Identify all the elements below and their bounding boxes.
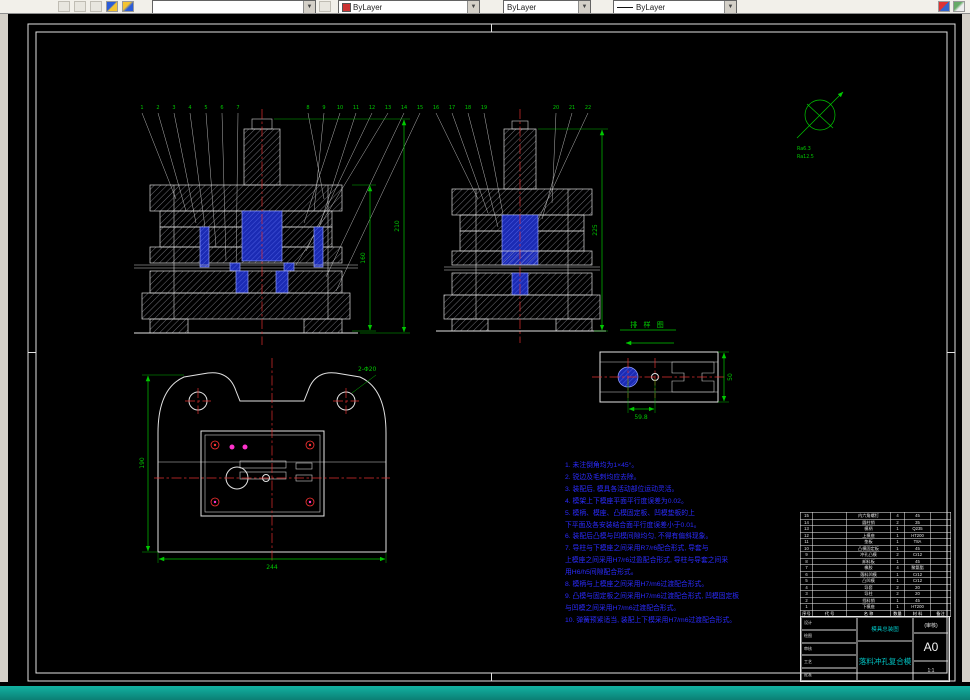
status-bar [0,682,970,700]
parts-list[interactable]: 15 内六角螺钉 4 45 14 圆柱销 2 35 13 模柄 1 Q235 12 上模座 1 HT200 11… [800,512,951,617]
approval-label: (审核) [913,617,949,633]
scale-value: 1:1 [913,661,949,681]
balloon-number: 4 [188,105,191,111]
layer-combo[interactable]: ▼ [152,0,316,13]
dim-label: 2-Φ20 [358,366,377,373]
drawing-canvas[interactable]: 1 2 3 4 5 6 7 8 9 10 11 12 13 14 15 16 17 18 19 20 21 22 160 [8,13,962,686]
properties-icon[interactable] [953,1,965,12]
balloon-number: 17 [449,105,455,111]
balloon-number: 2 [156,105,159,111]
title-block-middle: 模具总装图 落料冲孔复合模 [857,617,913,681]
dim-label: 160 [360,252,367,264]
balloon-number: 5 [204,105,207,111]
note-line: 4. 模架上下模座平面平行度误差为0.02。 [565,497,688,505]
balloon-number: 7 [236,105,239,111]
chevron-down-icon[interactable]: ▼ [724,1,736,13]
dim-label: 244 [266,564,278,571]
roughness-label: Ra6.3 [797,146,811,152]
sign-label: 绘图 [801,629,857,643]
dim-label: 59.8 [634,414,648,421]
dim-label: 50 [727,373,734,381]
plan-view[interactable]: 244 190 2-Φ20 [139,358,390,571]
balloon-number: 18 [465,105,471,111]
note-line: 下平面及各安装结合面平行度误差小于0.01。 [565,521,701,529]
note-line: 6. 装配后凸模与凹模间隙均匀, 不得有偏斜现象。 [565,533,713,541]
balloon-numbers: 1 2 3 4 5 6 7 8 9 10 11 12 13 14 15 16 17 18 19 20 21 22 [140,105,591,111]
balloon-number: 6 [220,105,223,111]
note-line: 与凹模之间采用H7/m6过渡配合形式。 [565,604,681,612]
dim-label: 225 [592,224,599,236]
title-block[interactable]: 设计 绘图 审核 工艺 批准 模具总装图 落料冲孔复合模 (审核) A0 1:1 [800,616,950,682]
strip-layout-label: 排 样 图 [630,320,665,329]
balloon-number: 12 [369,105,375,111]
lineweight-combo-value: ByLayer [507,3,537,12]
projection-symbol[interactable]: Ra6.3 Ra12.5 [796,91,844,160]
note-line: 5. 模柄、模座、凸模固定板、凹模垫板的上 [565,509,695,517]
side-section-view[interactable]: 225 [436,109,608,343]
linetype-combo[interactable]: ByLayer ▼ [613,0,737,13]
dim-label: 190 [139,457,146,469]
lineweight-combo[interactable]: ByLayer ▼ [503,0,591,13]
sign-label: 审核 [801,642,857,656]
linetype-sample-icon [617,7,633,8]
sign-label: 工艺 [801,655,857,669]
title-block-right: (审核) A0 1:1 [913,617,949,681]
linetype-combo-value: ByLayer [636,3,666,12]
balloon-number: 13 [385,105,391,111]
chevron-down-icon[interactable]: ▼ [578,1,590,13]
layer-icon[interactable] [106,1,118,12]
open-icon[interactable] [58,1,70,12]
sheet-size: A0 [913,633,949,661]
chevron-down-icon[interactable]: ▼ [467,1,479,13]
note-line: 7. 导柱与下模座之间采用R7/r6配合形式, 导套与 [565,545,709,553]
sign-label: 设计 [801,617,857,630]
save-icon[interactable] [74,1,86,12]
note-line: 2. 锐边及毛刺均应去除。 [565,473,641,481]
balloon-number: 19 [481,105,487,111]
drawing-title: 落料冲孔复合模 [857,641,913,681]
balloon-number: 9 [322,105,325,111]
roughness-label: Ra12.5 [797,154,814,160]
balloon-number: 3 [172,105,175,111]
layer-manager-icon[interactable] [122,1,134,12]
make-layer-current-icon[interactable] [319,1,331,12]
parts-list-body: 15 内六角螺钉 4 45 14 圆柱销 2 35 13 模柄 1 Q235 12 上模座 1 HT200 11… [800,512,951,617]
balloon-number: 16 [433,105,439,111]
front-section-view[interactable]: 160 210 [134,109,410,345]
sign-rows: 设计 绘图 审核 工艺 批准 [801,617,857,681]
sign-label: 批准 [801,668,857,681]
note-line: 8. 模柄与上模座之间采用H7/m6过渡配合形式。 [565,581,709,589]
note-line: 用H6/h5间隙配合形式。 [565,569,638,577]
balloon-number: 8 [306,105,309,111]
note-line: 9. 凸模与固定板之间采用H7/m6过渡配合形式, 凹模固定板 [565,592,740,600]
tech-notes[interactable]: 1. 未注倒角均为1×45°。 2. 锐边及毛刺均应去除。 3. 装配后, 模具各活… [565,460,790,627]
chevron-down-icon[interactable]: ▼ [303,1,315,13]
print-icon[interactable] [90,1,102,12]
balloon-number: 15 [417,105,423,111]
color-swatch-icon [342,3,351,12]
dim-label: 210 [394,220,401,232]
note-line: 3. 装配后, 模具各活动部位运动灵活。 [565,485,679,493]
top-toolbar: ▼ ByLayer ▼ ByLayer ▼ ByLayer ▼ [0,0,970,14]
balloon-number: 20 [553,105,559,111]
color-combo[interactable]: ByLayer ▼ [338,0,480,13]
color-combo-value: ByLayer [353,3,383,12]
note-line: 10. 弹簧预紧适当, 装配上下模采用H7/m6过渡配合形式。 [565,616,737,624]
balloon-number: 21 [569,105,575,111]
strip-layout-view[interactable]: 排 样 图 59.8 50 [592,320,734,421]
drawing-subtitle: 模具总装图 [857,617,913,641]
balloon-number: 22 [585,105,591,111]
note-line: 上模座之间采用H7/r6过盈配合形式, 导柱与导套之间采 [565,557,729,565]
balloon-number: 14 [401,105,407,111]
balloon-number: 1 [140,105,143,111]
balloon-number: 11 [353,105,359,111]
draworder-icon[interactable] [938,1,950,12]
balloon-number: 10 [337,105,343,111]
note-line: 1. 未注倒角均为1×45°。 [565,462,639,469]
